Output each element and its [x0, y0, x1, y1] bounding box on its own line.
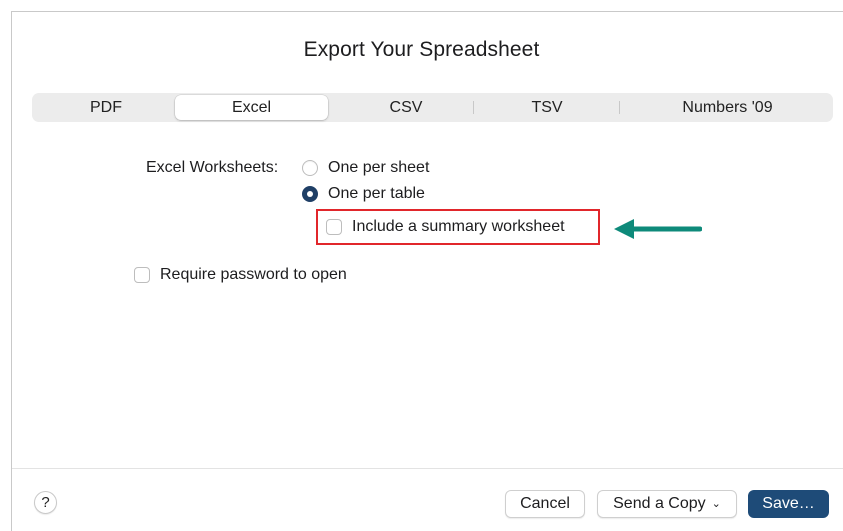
radio-one-per-sheet-label[interactable]: One per sheet — [328, 159, 429, 177]
radio-one-per-sheet[interactable] — [302, 160, 318, 176]
arrow-left-icon — [614, 219, 702, 239]
dialog-title: Export Your Spreadsheet — [303, 38, 540, 61]
send-a-copy-button[interactable]: Send a Copy ⌄ — [597, 490, 737, 518]
cancel-button[interactable]: Cancel — [505, 490, 585, 518]
excel-worksheets-label: Excel Worksheets: — [146, 159, 279, 176]
tab-excel[interactable]: Excel — [175, 95, 328, 120]
send-a-copy-label: Send a Copy — [613, 495, 706, 512]
chevron-down-icon: ⌄ — [711, 498, 721, 510]
footer-divider — [12, 468, 843, 469]
tab-divider — [619, 101, 620, 114]
tab-pdf[interactable]: PDF — [32, 93, 180, 122]
radio-one-per-table-label[interactable]: One per table — [328, 185, 425, 203]
highlight-box — [316, 209, 600, 245]
save-button[interactable]: Save… — [748, 490, 829, 518]
help-button[interactable]: ? — [34, 491, 57, 514]
tab-csv[interactable]: CSV — [332, 93, 480, 122]
require-password-checkbox[interactable] — [134, 267, 150, 283]
format-tab-bar: PDF Excel CSV TSV Numbers '09 — [32, 93, 833, 122]
tab-tsv[interactable]: TSV — [472, 93, 622, 122]
radio-selected-dot — [307, 191, 313, 197]
require-password-label[interactable]: Require password to open — [160, 266, 347, 284]
tab-numbers-09[interactable]: Numbers '09 — [622, 93, 833, 122]
radio-one-per-table[interactable] — [302, 186, 318, 202]
